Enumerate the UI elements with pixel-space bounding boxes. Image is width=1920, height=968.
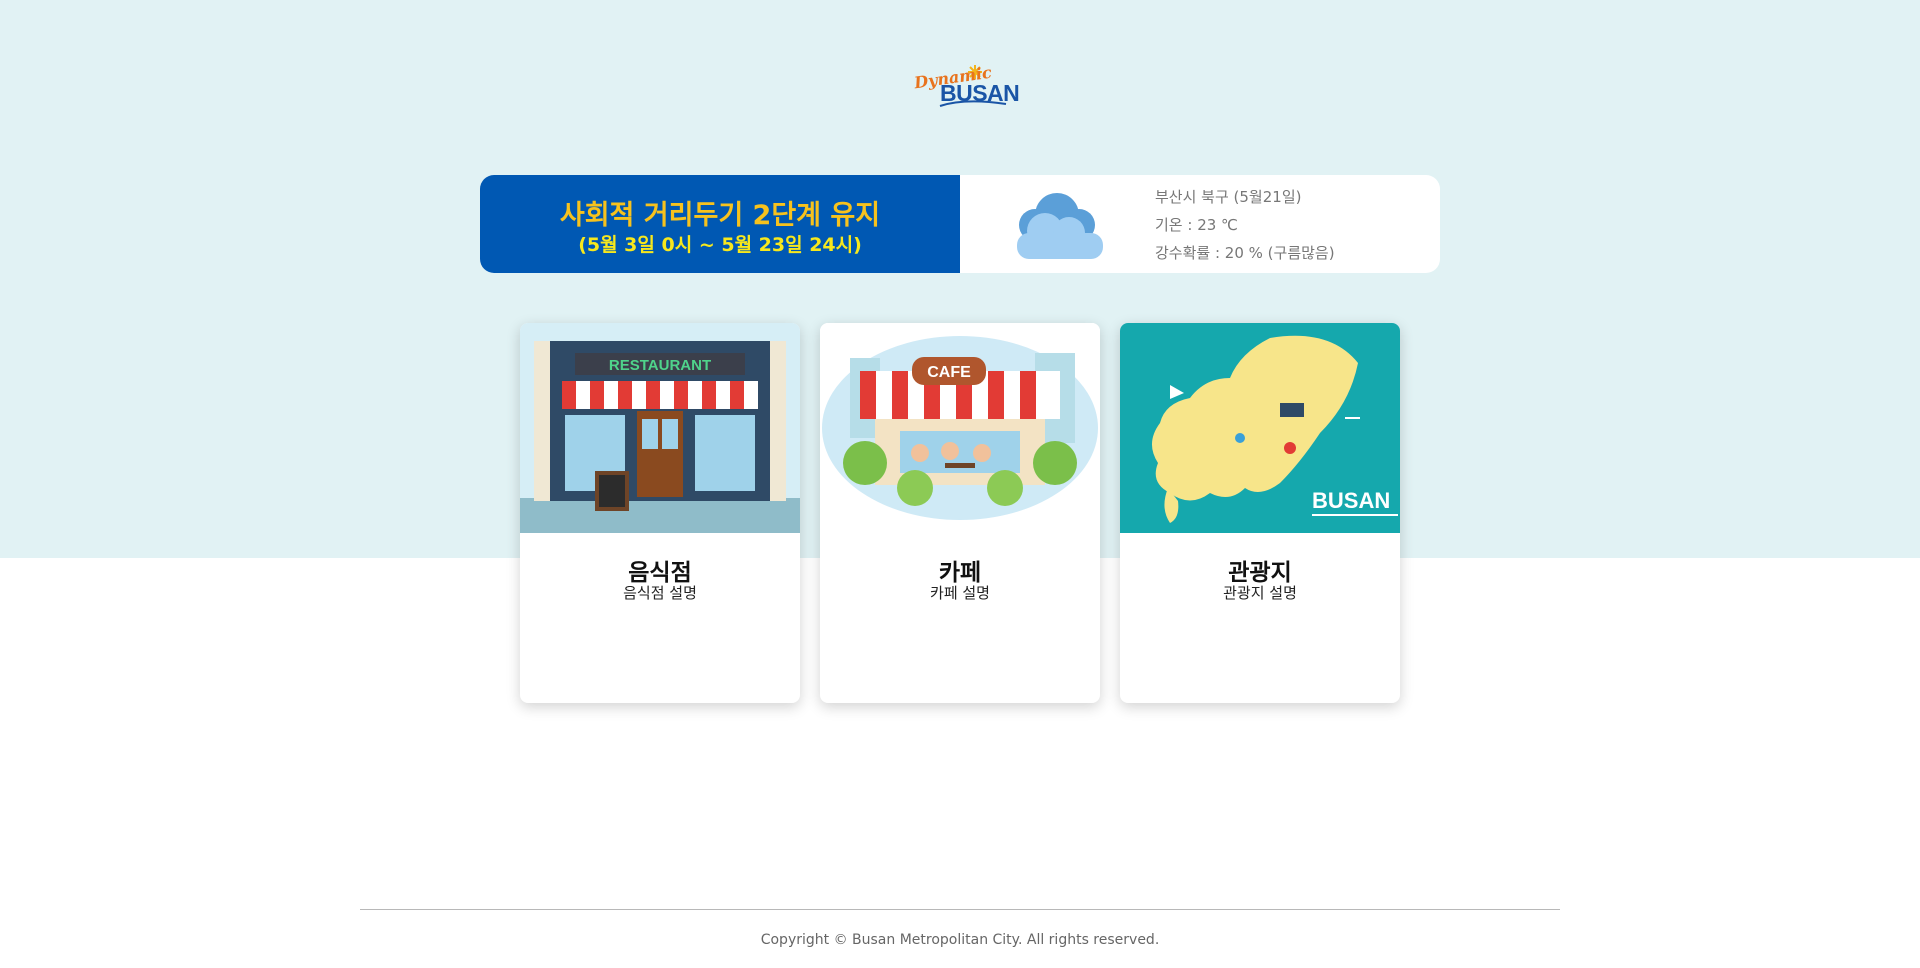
notice-title: 사회적 거리두기 2단계 유지 xyxy=(559,200,881,231)
cafe-sign: CAFE xyxy=(927,364,971,381)
weather-location: 부산시 북구 (5월21일) xyxy=(1155,188,1302,206)
busan-map-image: BUSAN xyxy=(1120,323,1400,533)
card-cafe[interactable]: CAFE 카페 카페 설명 xyxy=(820,323,1100,703)
weather-precipitation: 강수확률 : 20 % (구름많음) xyxy=(1155,244,1335,262)
notice-banner: 사회적 거리두기 2단계 유지 (5월 3일 0시 ~ 5월 23일 24시) … xyxy=(480,175,1440,273)
footer-divider xyxy=(360,909,1560,910)
copyright-text: Copyright © Busan Metropolitan City. All… xyxy=(760,932,1160,948)
card-restaurant[interactable]: RESTAURANT 음식점 음식점 설명 xyxy=(520,323,800,703)
card-description: 음식점 설명 xyxy=(623,584,697,602)
map-sign: BUSAN xyxy=(1312,488,1390,513)
card-description: 관광지 설명 xyxy=(1223,584,1297,602)
weather-info: 부산시 북구 (5월21일) 기온 : 23 ℃ 강수확률 : 20 % (구름… xyxy=(1155,183,1335,267)
restaurant-sign: RESTAURANT xyxy=(609,357,711,374)
cafe-image: CAFE xyxy=(820,323,1100,533)
cloud-icon xyxy=(1007,185,1107,265)
card-tourist-spot[interactable]: BUSAN 관광지 관광지 설명 xyxy=(1120,323,1400,703)
dynamic-busan-logo[interactable]: Dynamic BUSAN xyxy=(910,60,1020,110)
card-description: 카페 설명 xyxy=(930,584,990,602)
weather-temperature: 기온 : 23 ℃ xyxy=(1155,216,1238,234)
distancing-notice: 사회적 거리두기 2단계 유지 (5월 3일 0시 ~ 5월 23일 24시) xyxy=(480,175,960,273)
restaurant-image: RESTAURANT xyxy=(520,323,800,533)
notice-period: (5월 3일 0시 ~ 5월 23일 24시) xyxy=(578,234,862,256)
